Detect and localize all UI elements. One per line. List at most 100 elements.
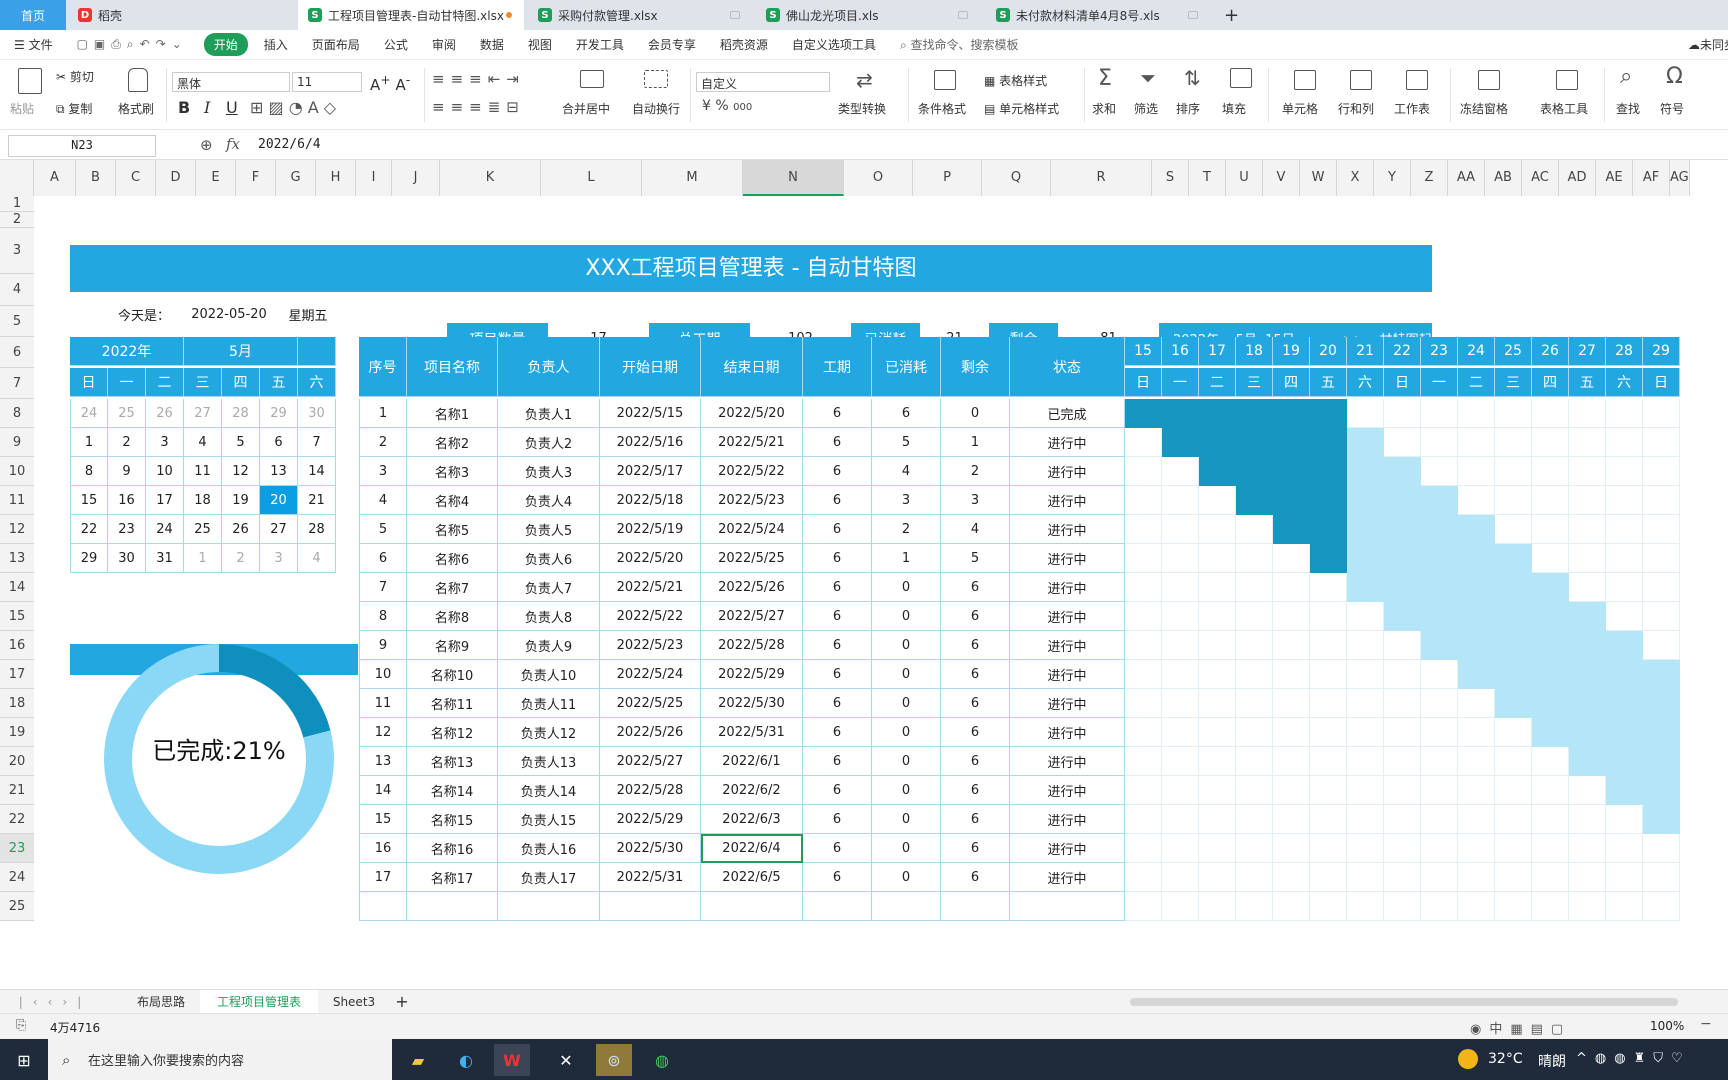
- row-header-23[interactable]: 23: [0, 834, 34, 863]
- filter-icon[interactable]: ⏷: [1140, 66, 1156, 90]
- table-cell[interactable]: 0: [872, 747, 941, 776]
- table-cell[interactable]: 负责人15: [498, 805, 600, 834]
- table-cell[interactable]: 0: [872, 631, 941, 660]
- calendar-day[interactable]: 12: [222, 457, 260, 486]
- calendar-day[interactable]: 27: [184, 399, 222, 428]
- table-cell[interactable]: 负责人13: [498, 747, 600, 776]
- sheet-tab-project[interactable]: 工程项目管理表: [200, 990, 318, 1014]
- column-header-q[interactable]: Q: [982, 160, 1051, 196]
- fx-icon[interactable]: fx: [226, 135, 240, 153]
- row-header-6[interactable]: 6: [0, 337, 34, 368]
- table-cell[interactable]: 6: [803, 863, 872, 892]
- table-cell[interactable]: 1: [872, 544, 941, 573]
- table-cell[interactable]: 名称3: [407, 457, 498, 486]
- row-header-17[interactable]: 17: [0, 660, 34, 689]
- row-header-13[interactable]: 13: [0, 544, 34, 573]
- column-header-n[interactable]: N: [743, 160, 844, 196]
- table-cell[interactable]: 0: [872, 689, 941, 718]
- calendar-day[interactable]: 26: [146, 399, 184, 428]
- paste-icon[interactable]: [18, 68, 42, 94]
- table-cell[interactable]: 进行中: [1010, 428, 1125, 457]
- column-header-h[interactable]: H: [316, 160, 356, 196]
- table-cell[interactable]: 进行中: [1010, 660, 1125, 689]
- table-cell[interactable]: 2022/5/24: [600, 660, 701, 689]
- table-cell[interactable]: 4: [359, 486, 407, 515]
- column-header-aa[interactable]: AA: [1448, 160, 1485, 196]
- row-header-2[interactable]: 2: [0, 212, 34, 228]
- table-cell[interactable]: 8: [359, 602, 407, 631]
- conditional-format-button[interactable]: 条件格式: [918, 100, 966, 117]
- table-cell[interactable]: 6: [941, 776, 1010, 805]
- table-cell[interactable]: 2022/5/28: [701, 631, 803, 660]
- table-cell[interactable]: 5: [941, 544, 1010, 573]
- calendar-day[interactable]: 30: [298, 399, 336, 428]
- column-header-b[interactable]: B: [76, 160, 116, 196]
- table-cell[interactable]: 2022/5/28: [600, 776, 701, 805]
- menu-formula[interactable]: 公式: [372, 36, 420, 53]
- calendar-day[interactable]: 19: [222, 486, 260, 515]
- table-cell[interactable]: 进行中: [1010, 718, 1125, 747]
- table-cell[interactable]: 0: [872, 834, 941, 863]
- wps-icon[interactable]: W: [494, 1044, 530, 1076]
- table-cell[interactable]: 2022/5/25: [701, 544, 803, 573]
- name-box[interactable]: N23: [8, 135, 156, 157]
- table-cell[interactable]: 进行中: [1010, 747, 1125, 776]
- calendar-day[interactable]: 29: [260, 399, 298, 428]
- sum-icon[interactable]: Σ: [1098, 66, 1112, 91]
- table-cell[interactable]: 3: [359, 457, 407, 486]
- table-cell-empty[interactable]: [701, 892, 803, 921]
- table-cell[interactable]: 2022/5/29: [701, 660, 803, 689]
- menu-page-layout[interactable]: 页面布局: [300, 36, 372, 53]
- table-cell[interactable]: 名称5: [407, 515, 498, 544]
- table-cell[interactable]: 6: [941, 805, 1010, 834]
- table-cell-empty[interactable]: [359, 892, 407, 921]
- column-header-p[interactable]: P: [913, 160, 982, 196]
- freeze-icon[interactable]: [1478, 70, 1500, 90]
- table-cell[interactable]: 负责人5: [498, 515, 600, 544]
- calendar-day[interactable]: 16: [108, 486, 146, 515]
- table-cell[interactable]: 6: [803, 573, 872, 602]
- calendar-day[interactable]: 29: [70, 544, 108, 573]
- table-cell[interactable]: 10: [359, 660, 407, 689]
- table-cell[interactable]: 14: [359, 776, 407, 805]
- column-header-f[interactable]: F: [236, 160, 276, 196]
- grow-font-button[interactable]: A+ A-: [370, 72, 410, 94]
- table-cell[interactable]: 名称15: [407, 805, 498, 834]
- table-cell[interactable]: 进行中: [1010, 863, 1125, 892]
- table-cell[interactable]: 6: [941, 863, 1010, 892]
- underline-button[interactable]: U: [226, 98, 238, 117]
- column-header-ac[interactable]: AC: [1522, 160, 1559, 196]
- zoom-out-icon[interactable]: −: [1700, 1016, 1712, 1032]
- calendar-day[interactable]: 3: [260, 544, 298, 573]
- table-cell[interactable]: 2022/5/22: [701, 457, 803, 486]
- table-cell[interactable]: 负责人3: [498, 457, 600, 486]
- fill-icon[interactable]: [1230, 68, 1252, 88]
- calendar-day[interactable]: 5: [222, 428, 260, 457]
- row-col-icon[interactable]: [1350, 70, 1372, 90]
- calendar-day[interactable]: 31: [146, 544, 184, 573]
- table-cell[interactable]: 2022/5/26: [600, 718, 701, 747]
- calendar-day[interactable]: 4: [184, 428, 222, 457]
- calendar-day[interactable]: 21: [298, 486, 336, 515]
- row-header-19[interactable]: 19: [0, 718, 34, 747]
- table-cell[interactable]: 17: [359, 863, 407, 892]
- bold-button[interactable]: B: [178, 98, 190, 117]
- calendar-day[interactable]: 28: [222, 399, 260, 428]
- row-header-15[interactable]: 15: [0, 602, 34, 631]
- row-header-8[interactable]: 8: [0, 399, 34, 428]
- table-cell[interactable]: 5: [359, 515, 407, 544]
- table-cell[interactable]: 1: [359, 399, 407, 428]
- row-header-14[interactable]: 14: [0, 573, 34, 602]
- calendar-day[interactable]: 20: [260, 486, 298, 515]
- table-cell[interactable]: 名称8: [407, 602, 498, 631]
- table-cell[interactable]: 2: [941, 457, 1010, 486]
- table-cell[interactable]: 2022/5/23: [701, 486, 803, 515]
- wrap-text-icon[interactable]: [644, 70, 668, 88]
- find-icon[interactable]: ⌕: [1620, 64, 1632, 89]
- table-cell[interactable]: 2022/6/5: [701, 863, 803, 892]
- worksheet-grid[interactable]: XXX工程项目管理表 - 自动甘特图 今天是： 2022-05-20 星期五 2…: [34, 196, 1728, 989]
- menu-data[interactable]: 数据: [468, 36, 516, 53]
- row-header-22[interactable]: 22: [0, 805, 34, 834]
- table-cell[interactable]: 6: [803, 747, 872, 776]
- table-cell[interactable]: 0: [872, 776, 941, 805]
